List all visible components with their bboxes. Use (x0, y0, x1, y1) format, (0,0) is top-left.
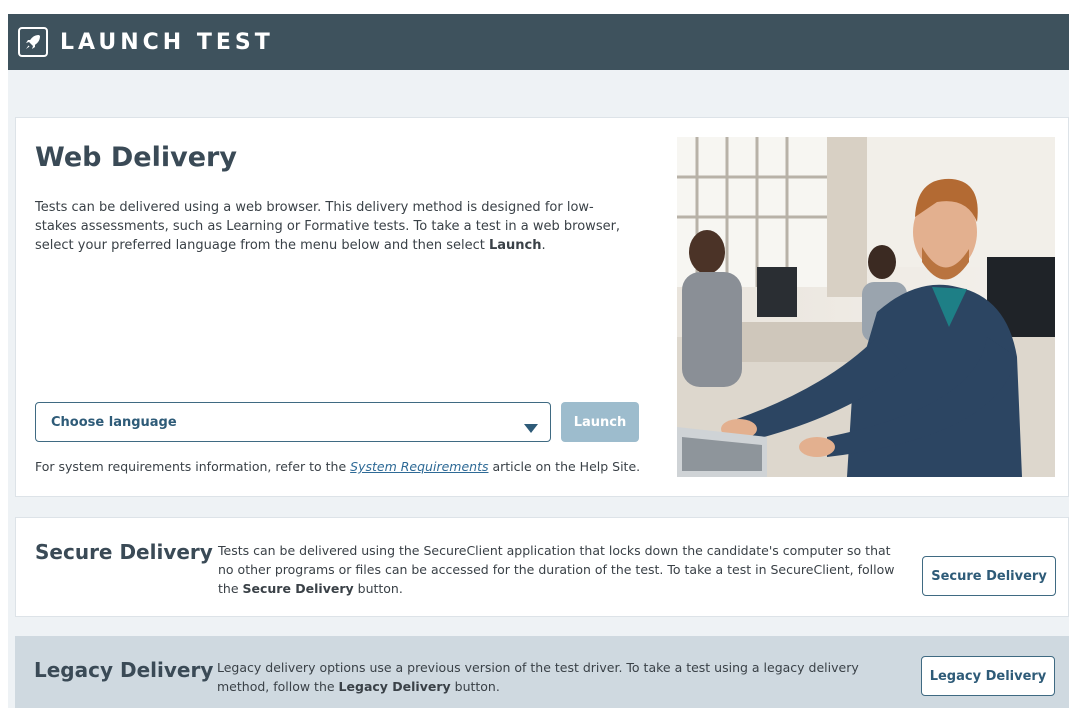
system-requirements-note: For system requirements information, ref… (35, 459, 640, 474)
office-photo (677, 137, 1055, 477)
page-header: LAUNCH TEST (8, 14, 1069, 70)
web-delivery-card: Web Delivery Tests can be delivered usin… (15, 117, 1069, 497)
legacy-desc-text: Legacy delivery options use a previous v… (217, 660, 859, 694)
legacy-delivery-button[interactable]: Legacy Delivery (921, 656, 1055, 696)
system-requirements-link[interactable]: System Requirements (350, 459, 488, 474)
secure-delivery-button[interactable]: Secure Delivery (922, 556, 1056, 596)
legacy-desc-bold: Legacy Delivery (338, 679, 451, 694)
secure-desc-bold: Secure Delivery (242, 581, 354, 596)
web-delivery-description: Tests can be delivered using a web brows… (35, 198, 635, 255)
sysreq-text-end: article on the Help Site. (488, 459, 641, 474)
launch-button[interactable]: Launch (561, 402, 639, 442)
secure-delivery-card: Secure Delivery Tests can be delivered u… (15, 517, 1069, 617)
secure-delivery-title: Secure Delivery (35, 540, 213, 564)
legacy-delivery-title: Legacy Delivery (34, 658, 214, 682)
web-desc-bold: Launch (488, 238, 542, 253)
secure-desc-end: button. (353, 581, 403, 596)
secure-delivery-description: Tests can be delivered using the SecureC… (218, 541, 908, 598)
sysreq-text: For system requirements information, ref… (35, 459, 351, 474)
web-delivery-title: Web Delivery (35, 142, 237, 173)
legacy-desc-end: button. (450, 679, 500, 694)
caret-down-icon (524, 418, 538, 437)
web-desc-end: . (541, 238, 546, 253)
language-select-label: Choose language (51, 414, 177, 430)
legacy-delivery-card: Legacy Delivery Legacy delivery options … (15, 636, 1069, 708)
legacy-delivery-description: Legacy delivery options use a previous v… (217, 658, 907, 696)
page-title: LAUNCH TEST (60, 29, 274, 55)
rocket-icon (18, 27, 48, 57)
language-select[interactable]: Choose language (35, 402, 551, 442)
